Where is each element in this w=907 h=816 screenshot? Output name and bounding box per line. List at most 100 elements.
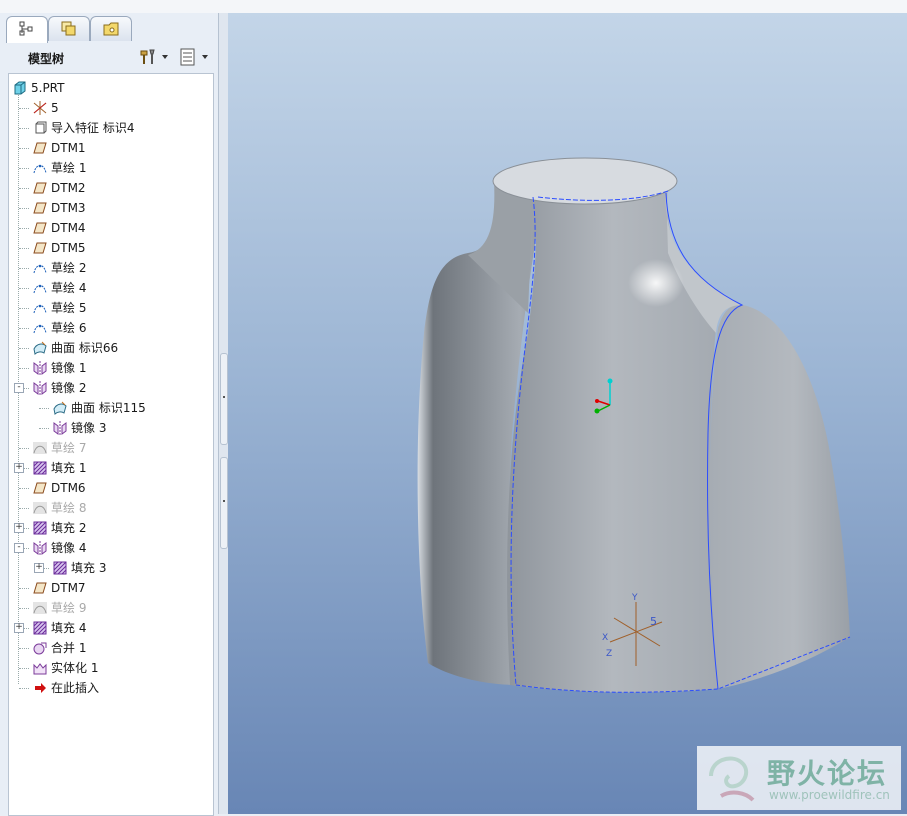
surface-icon — [33, 341, 47, 356]
tree-item[interactable]: DTM2 — [9, 178, 209, 198]
watermark-title: 野火论坛 — [767, 757, 888, 790]
tree-item[interactable]: 曲面 标识115 — [9, 398, 209, 418]
tree-item[interactable]: 草绘 5 — [9, 298, 209, 318]
tree-branch-line — [19, 368, 29, 369]
chevron-down-icon — [162, 55, 168, 59]
tree-item[interactable]: DTM6 — [9, 478, 209, 498]
tree-branch-line — [19, 448, 29, 449]
collapse-node-button[interactable]: - — [14, 543, 24, 553]
solidify-icon — [33, 661, 47, 675]
sketch-icon — [33, 281, 47, 295]
tree-branch-line — [19, 268, 29, 269]
tools-icon — [140, 49, 155, 64]
datum-plane-icon — [33, 241, 47, 255]
tree-branch-line — [19, 668, 29, 669]
tree-item[interactable]: 合并 1 — [9, 638, 209, 658]
tree-item-label: DTM1 — [51, 141, 86, 155]
forum-logo-icon — [709, 756, 755, 802]
tree-branch-line — [39, 428, 49, 429]
top-strip — [0, 0, 907, 14]
chevron-down-icon — [202, 55, 208, 59]
tree-branch-line — [19, 308, 29, 309]
mirror-icon — [33, 541, 47, 555]
graphics-viewport[interactable]: Y X Z 5 野火论坛 www.proewildfire.cn — [228, 13, 907, 814]
tree-item-label: 填充 4 — [51, 621, 87, 635]
tree-item[interactable]: 镜像 3 — [9, 418, 209, 438]
top-cap — [492, 157, 678, 205]
tree-item[interactable]: + 填充 3 — [9, 558, 209, 578]
tree-branch-line — [19, 148, 29, 149]
splitter-grip-lower[interactable] — [220, 457, 228, 549]
tree-branch-line — [19, 108, 29, 109]
tree-item-label: 镜像 4 — [51, 541, 87, 555]
tree-item[interactable]: DTM4 — [9, 218, 209, 238]
tree-item[interactable]: 草绘 4 — [9, 278, 209, 298]
tree-item[interactable]: DTM3 — [9, 198, 209, 218]
tree-item-label: 草绘 9 — [51, 601, 87, 615]
tree-item[interactable]: 草绘 8 — [9, 498, 209, 518]
folder-browser-tab[interactable] — [90, 16, 132, 41]
tree-item[interactable]: DTM7 — [9, 578, 209, 598]
tree-item[interactable]: 在此插入 — [9, 678, 209, 698]
tree-item[interactable]: 草绘 1 — [9, 158, 209, 178]
sketch-hidden-icon — [33, 601, 47, 615]
tree-branch-line — [19, 248, 29, 249]
datum-plane-icon — [33, 221, 47, 235]
tree-item-label: 合并 1 — [51, 641, 87, 655]
tree-branch-line — [19, 508, 29, 509]
tree-item-label: DTM3 — [51, 201, 86, 215]
model-tree-tab[interactable] — [6, 16, 48, 43]
tree-item[interactable]: - 镜像 4 — [9, 538, 209, 558]
sketch-hidden-icon — [33, 441, 47, 455]
expand-node-button[interactable]: + — [14, 463, 24, 473]
tree-item[interactable]: 草绘 6 — [9, 318, 209, 338]
expand-node-button[interactable]: + — [14, 623, 24, 633]
navigator-panel: 模型树 5.PRT 5 导入特征 标识4 DTM1 草绘 1 DTM2 DTM3 DTM4 DT… — [0, 13, 219, 816]
tree-item[interactable]: + 填充 4 — [9, 618, 209, 638]
splitter-grip-upper[interactable] — [220, 353, 228, 445]
tree-root-item[interactable]: 5.PRT — [9, 78, 209, 98]
tree-item[interactable]: 5 — [9, 98, 209, 118]
mirror-icon — [33, 361, 47, 375]
tree-item[interactable]: 曲面 标识66 — [9, 338, 209, 358]
tree-item-label: 草绘 1 — [51, 161, 87, 175]
tree-item-label: 5.PRT — [31, 81, 65, 95]
tree-item[interactable]: DTM5 — [9, 238, 209, 258]
tree-item[interactable]: 草绘 7 — [9, 438, 209, 458]
tree-branch-line — [19, 488, 29, 489]
tree-item[interactable]: 镜像 1 — [9, 358, 209, 378]
tree-item[interactable]: 实体化 1 — [9, 658, 209, 678]
tree-branch-line — [39, 408, 49, 409]
part-icon — [13, 81, 27, 95]
datum-plane-icon — [33, 201, 47, 215]
tree-item[interactable]: + 填充 2 — [9, 518, 209, 538]
tree-branch-line — [19, 588, 29, 589]
layers-icon — [61, 21, 76, 36]
fill-icon — [33, 521, 47, 535]
tree-header: 模型树 — [6, 43, 212, 71]
tree-item[interactable]: 草绘 2 — [9, 258, 209, 278]
tree-branch-line — [19, 288, 29, 289]
tree-branch-line — [19, 228, 29, 229]
tree-item-label: 填充 1 — [51, 461, 87, 475]
layers-tab[interactable] — [48, 16, 90, 41]
tree-item[interactable]: - 镜像 2 — [9, 378, 209, 398]
tree-branch-line — [19, 648, 29, 649]
tree-settings-button[interactable] — [138, 47, 170, 67]
expand-node-button[interactable]: + — [14, 523, 24, 533]
tree-item[interactable]: 导入特征 标识4 — [9, 118, 209, 138]
tree-item[interactable]: DTM1 — [9, 138, 209, 158]
datum-plane-icon — [33, 141, 47, 155]
collapse-node-button[interactable]: - — [14, 383, 24, 393]
tree-item[interactable]: 草绘 9 — [9, 598, 209, 618]
panel-splitter[interactable] — [219, 13, 228, 814]
tree-branch-line — [19, 688, 29, 689]
tree-display-button[interactable] — [178, 47, 210, 67]
tree-item[interactable]: + 填充 1 — [9, 458, 209, 478]
coordinate-system-icon — [33, 101, 47, 115]
panel-title: 模型树 — [28, 52, 65, 66]
tree-item-label: 导入特征 标识4 — [51, 121, 135, 135]
datum-plane-icon — [33, 481, 47, 495]
expand-node-button[interactable]: + — [34, 563, 44, 573]
tree-branch-line — [19, 128, 29, 129]
